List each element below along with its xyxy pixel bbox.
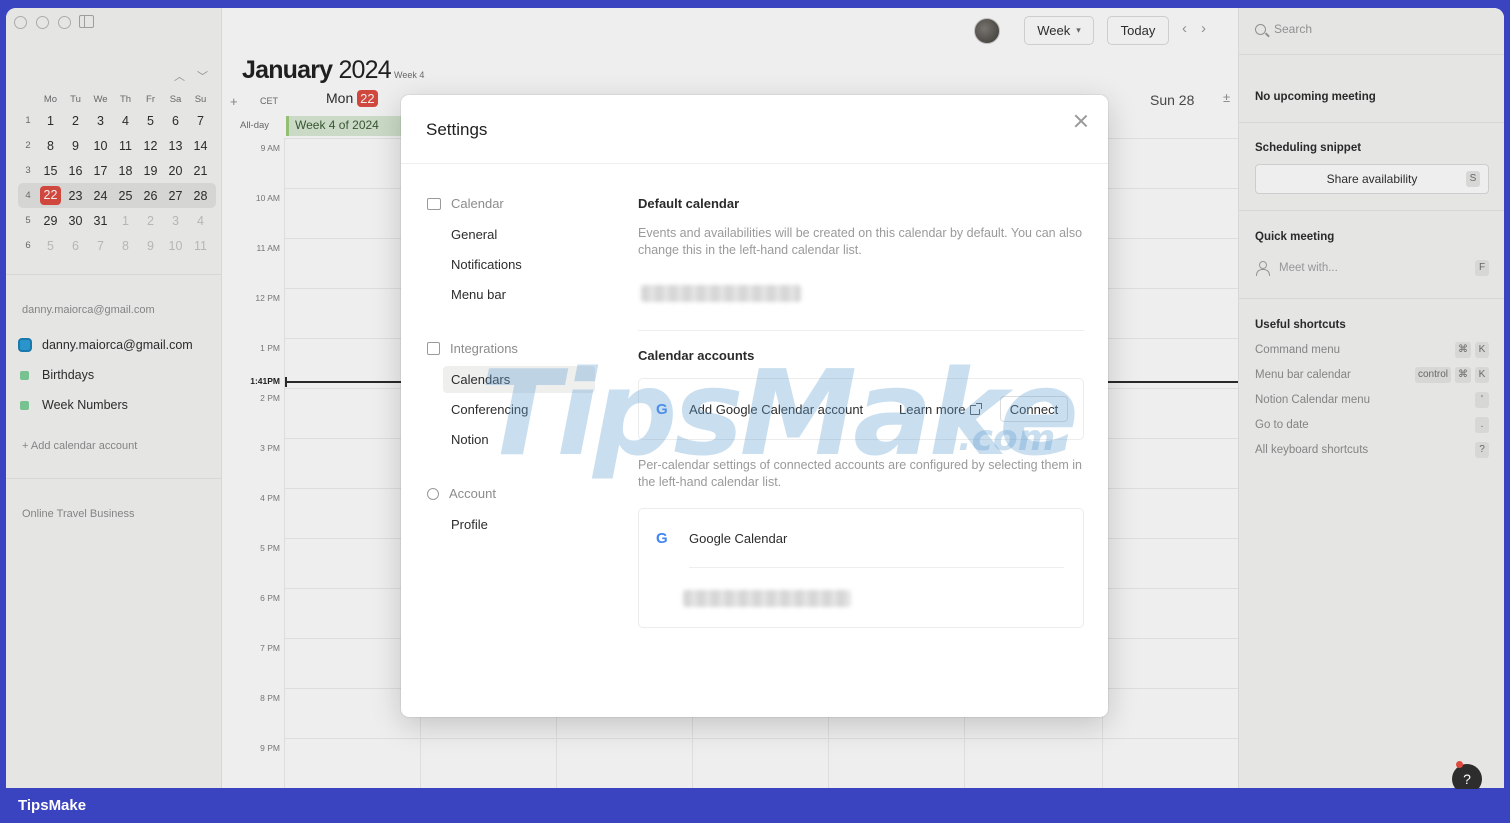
add-google-account-label: Add Google Calendar account	[689, 402, 864, 417]
settings-group-label: Account	[449, 486, 496, 501]
person-icon	[427, 487, 439, 500]
settings-nav-profile[interactable]: Profile	[443, 511, 595, 538]
footer-brand: TipsMake	[18, 797, 87, 814]
watermark-suffix: .com	[958, 418, 1056, 459]
section-divider	[638, 330, 1084, 331]
modal-divider	[401, 163, 1108, 164]
notification-dot	[1456, 761, 1463, 768]
external-link-icon	[970, 402, 983, 415]
settings-nav-notifications[interactable]: Notifications	[443, 251, 595, 278]
connected-account-row[interactable]	[683, 590, 851, 607]
learn-more-label: Learn more	[899, 402, 966, 417]
settings-group-calendar: Calendar	[427, 196, 504, 211]
integrations-icon	[427, 342, 440, 355]
footer-bar: TipsMake	[0, 789, 1510, 823]
default-calendar-select[interactable]	[641, 285, 801, 302]
settings-nav-menu-bar[interactable]: Menu bar	[443, 281, 595, 308]
default-calendar-description: Events and availabilities will be create…	[638, 226, 1083, 257]
settings-group-label: Calendar	[451, 196, 504, 211]
settings-group-label: Integrations	[450, 341, 518, 356]
settings-group-account: Account	[427, 486, 496, 501]
per-calendar-description: Per-calendar settings of connected accou…	[638, 458, 1083, 489]
google-calendar-account-card: G Google Calendar	[638, 508, 1084, 628]
google-calendar-label: Google Calendar	[689, 531, 788, 546]
settings-nav-calendars[interactable]: Calendars	[443, 366, 595, 393]
settings-nav-notion[interactable]: Notion	[443, 426, 595, 453]
calendar-icon	[427, 197, 441, 210]
settings-title: Settings	[426, 120, 488, 139]
google-icon: G	[656, 401, 668, 418]
settings-nav-general[interactable]: General	[443, 221, 595, 248]
close-icon[interactable]	[1073, 113, 1089, 129]
calendar-accounts-heading: Calendar accounts	[638, 348, 755, 363]
google-icon: G	[656, 530, 668, 547]
default-calendar-heading: Default calendar	[638, 196, 740, 211]
learn-more-link[interactable]: Learn more	[899, 402, 983, 417]
settings-group-integrations: Integrations	[427, 341, 518, 356]
settings-modal: Settings Calendar General Notifications …	[401, 95, 1108, 717]
card-divider	[689, 567, 1064, 568]
settings-nav-conferencing[interactable]: Conferencing	[443, 396, 595, 423]
